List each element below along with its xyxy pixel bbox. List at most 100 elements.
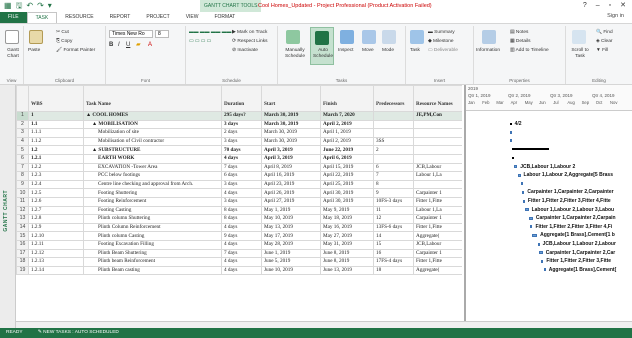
cell-wbs[interactable]: 1.2.14 (28, 265, 84, 276)
cell-predecessors[interactable]: 3SS (373, 136, 414, 147)
gantt-task-bar[interactable] (524, 208, 529, 212)
cell-finish[interactable]: April 2, 2019 (320, 119, 374, 130)
cell-resource-names[interactable] (413, 153, 462, 164)
cell-duration[interactable]: 3 days (221, 179, 262, 190)
cell-wbs[interactable]: 1.2.6 (28, 196, 84, 207)
cell-duration[interactable]: 4 days (221, 222, 262, 233)
row-number[interactable]: 18 (16, 257, 29, 267)
cell-start[interactable]: March 30, 2019 (261, 119, 321, 130)
gantt-summary-bar[interactable] (511, 148, 550, 151)
font-size-box[interactable]: 8 (155, 30, 169, 38)
cell-task-name[interactable]: Plinth Beam casting (83, 265, 222, 276)
cell-predecessors[interactable]: 13FS-6 days (373, 222, 414, 233)
cell-start[interactable]: April 27, 2019 (261, 196, 321, 207)
cell-predecessors[interactable]: 16 (373, 248, 414, 259)
cell-start[interactable]: May 1, 2019 (261, 205, 321, 216)
table-row[interactable]: 18 1.2.13 Plinth beam Reinforcement 4 days J… (16, 257, 462, 267)
table-row[interactable]: 15 1.2.10 Plinth column Casting 9 days May 1… (16, 231, 462, 241)
table-row[interactable]: 3 1.1.1 Mobilization of site 2 days March 30… (16, 128, 462, 138)
row-number[interactable]: 4 (16, 136, 29, 147)
gantt-task-bar[interactable] (537, 242, 540, 246)
gantt-task-bar[interactable] (522, 190, 525, 194)
table-row[interactable]: 4 1.1.2 Mobilisation of Civil contractor 3 … (16, 136, 462, 147)
column-header-predecessors[interactable]: Predecessors (373, 85, 414, 112)
gantt-summary-bar[interactable] (511, 157, 514, 159)
cell-finish[interactable]: April 1, 2019 (320, 128, 374, 138)
cell-resource-names[interactable]: Labour 1,La (413, 205, 462, 216)
cell-resource-names[interactable]: Carpainter 1 (413, 248, 462, 259)
gantt-task-bar[interactable] (530, 225, 533, 229)
table-row[interactable]: 1 1 ▲ COOL HOMES 295 days? March 30, 2019 Mar… (16, 111, 462, 121)
respect-links-button[interactable]: ⟳ Respect Links (232, 39, 268, 45)
cell-wbs[interactable]: 1.2.8 (28, 214, 84, 224)
cell-task-name[interactable]: ▲ COOL HOMES (83, 111, 222, 121)
cell-wbs[interactable]: 1.2.13 (28, 257, 84, 267)
cell-finish[interactable]: May 27, 2019 (320, 231, 374, 241)
cell-duration[interactable]: 8 days (221, 205, 262, 216)
cell-task-name[interactable]: Centre line checking and approval from A… (83, 179, 222, 190)
cell-wbs[interactable]: 1 (28, 111, 84, 121)
cell-task-name[interactable]: Footing Casting (83, 205, 222, 216)
cell-resource-names[interactable]: JCB,Labour (413, 239, 462, 250)
cell-duration[interactable]: 4 days (221, 239, 262, 250)
cell-start[interactable]: May 13, 2019 (261, 222, 321, 233)
cell-finish[interactable]: May 9, 2019 (320, 205, 374, 216)
cell-predecessors[interactable]: 7 (373, 171, 414, 181)
cell-start[interactable]: March 30, 2019 (261, 111, 321, 121)
row-number[interactable]: 10 (16, 188, 29, 198)
notes-button[interactable]: ▤ Notes (510, 30, 528, 36)
cell-duration[interactable]: 3 days (221, 136, 262, 147)
insert-task-button[interactable]: Task (410, 48, 420, 54)
cell-resource-names[interactable]: Fitter 1,Fitte (413, 222, 462, 233)
cell-finish[interactable]: April 30, 2019 (320, 188, 374, 198)
row-number[interactable]: 7 (16, 162, 29, 173)
cell-wbs[interactable]: 1.2.12 (28, 248, 84, 259)
cell-duration[interactable]: 4 days (221, 153, 262, 164)
cell-wbs[interactable]: 1.1 (28, 119, 84, 130)
cell-start[interactable]: April 23, 2019 (261, 179, 321, 190)
cell-duration[interactable]: 4 days (221, 257, 262, 267)
row-number[interactable]: 5 (16, 145, 29, 155)
table-row[interactable]: 7 1.2.2 EXCAVATION -Tower Area 7 days April … (16, 162, 462, 173)
cell-task-name[interactable]: EARTH WORK (83, 153, 222, 164)
italic-button[interactable]: I (118, 42, 120, 48)
cell-task-name[interactable]: PCC below footings (83, 171, 222, 181)
cell-duration[interactable]: 7 days (221, 248, 262, 259)
gantt-task-bar[interactable] (513, 165, 518, 169)
cell-task-name[interactable]: Plinth beam Reinforcement (83, 257, 222, 267)
cell-start[interactable]: April 3, 2019 (261, 153, 321, 164)
row-number[interactable]: 11 (16, 196, 29, 207)
cell-duration[interactable]: 7 days (221, 162, 262, 173)
gantt-chart-pane[interactable]: 2019 Qtr 1, 2019 Qtr 2, 2019 Qtr 3, 2019… (464, 85, 632, 328)
details-button[interactable]: ▦ Details (510, 39, 531, 45)
cell-wbs[interactable]: 1.1.1 (28, 128, 84, 138)
table-row[interactable]: 8 1.2.3 PCC below footings 6 days April 16, … (16, 171, 462, 181)
cell-start[interactable]: April 3, 2019 (261, 145, 321, 155)
cell-predecessors[interactable]: 2 (373, 145, 414, 155)
cell-duration[interactable]: 295 days? (221, 111, 262, 121)
cell-start[interactable]: May 28, 2019 (261, 239, 321, 250)
cell-duration[interactable]: 9 days (221, 231, 262, 241)
gantt-chart-button[interactable]: Gantt Chart (2, 48, 24, 60)
table-row[interactable]: 17 1.2.12 Plinth Beam Shuttering 7 days June… (16, 248, 462, 259)
cell-start[interactable]: March 30, 2019 (261, 128, 321, 138)
cell-resource-names[interactable]: Carpainter 1 (413, 188, 462, 198)
table-row[interactable]: 6 1.2.1 EARTH WORK 4 days April 3, 2019 April… (16, 153, 462, 164)
column-header-start[interactable]: Start (261, 85, 321, 112)
cell-wbs[interactable]: 1.2.4 (28, 179, 84, 190)
cell-finish[interactable]: May 18, 2019 (320, 214, 374, 224)
summary-button[interactable]: ▬ Summary (428, 30, 455, 36)
column-header-resource-names[interactable]: Resource Names (413, 85, 462, 112)
row-number[interactable]: 1 (16, 111, 29, 121)
row-number[interactable]: 17 (16, 248, 29, 259)
cell-start[interactable]: April 8, 2019 (261, 162, 321, 173)
save-icon[interactable]: 🖫 (16, 1, 23, 11)
cell-task-name[interactable]: Footing Shuttering (83, 188, 222, 198)
row-number[interactable]: 15 (16, 231, 29, 241)
cell-resource-names[interactable]: Fitter 1,Fitte (413, 257, 462, 267)
cell-task-name[interactable]: Plinth Beam Shuttering (83, 248, 222, 259)
cell-predecessors[interactable]: 9 (373, 188, 414, 198)
gantt-task-bar[interactable] (532, 233, 538, 237)
cell-resource-names[interactable] (413, 145, 462, 155)
gantt-summary-bar[interactable] (509, 122, 512, 125)
